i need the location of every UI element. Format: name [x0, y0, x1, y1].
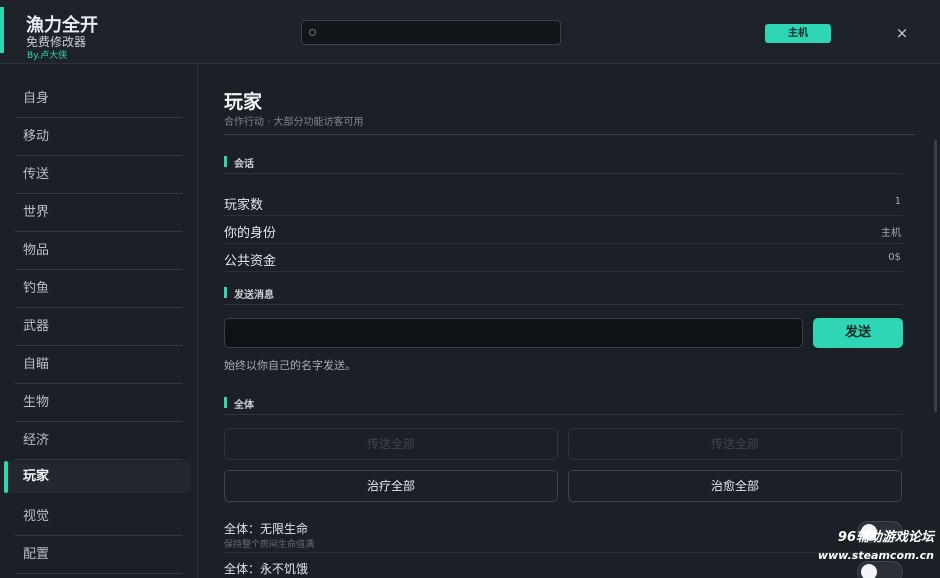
page-title: 玩家	[224, 91, 263, 113]
sidebar-item-creatures[interactable]: 生物	[15, 384, 183, 422]
watermark-line2: www.steamcom.cn	[817, 549, 934, 562]
infinite-health-desc: 保持整个房间生命值满	[224, 540, 315, 550]
sidebar: 自身 移动 传送 世界 物品 钓鱼 武器 自瞄 生物 经济 玩家 视觉 配置	[0, 65, 198, 578]
public-funds-value: 0$	[888, 252, 901, 263]
section-session-header: 会话	[224, 154, 903, 174]
divider	[224, 134, 915, 135]
sidebar-item-fishing[interactable]: 钓鱼	[15, 270, 183, 308]
section-all-label: 全体	[234, 400, 254, 411]
section-message-label: 发送消息	[234, 290, 274, 301]
identity-row: 你的身份 主机	[224, 216, 903, 244]
section-message-header: 发送消息	[224, 285, 903, 305]
close-icon[interactable]: ×	[893, 23, 911, 43]
identity-label: 你的身份	[224, 226, 277, 241]
sidebar-item-movement[interactable]: 移动	[15, 118, 183, 156]
host-role-button[interactable]: 主机	[765, 24, 831, 43]
never-hungry-row: 全体：永不饥饿	[224, 557, 903, 578]
sidebar-item-visuals[interactable]: 视觉	[15, 498, 183, 536]
main-panel: 玩家 合作行动 · 大部分功能访客可用 会话 玩家数 1 你的身份 主机 公共资…	[199, 65, 940, 578]
player-count-value: 1	[894, 196, 901, 207]
sidebar-item-economy[interactable]: 经济	[15, 422, 183, 460]
player-count-row: 玩家数 1	[224, 188, 903, 216]
brand-accent-bar	[0, 7, 4, 53]
sidebar-item-aimbot[interactable]: 自瞄	[15, 346, 183, 384]
sidebar-item-teleport[interactable]: 传送	[15, 156, 183, 194]
forum-watermark: 96辅助游戏论坛 www.steamcom.cn	[815, 524, 940, 572]
sidebar-item-label: 玩家	[23, 469, 50, 484]
infinite-health-row: 全体：无限生命 保持整个房间生命值满	[224, 517, 903, 553]
sidebar-item-world[interactable]: 世界	[15, 194, 183, 232]
sidebar-item-config[interactable]: 配置	[15, 536, 183, 574]
sidebar-item-self[interactable]: 自身	[15, 80, 183, 118]
infinite-health-label: 全体：无限生命	[224, 522, 309, 536]
sidebar-item-items[interactable]: 物品	[15, 232, 183, 270]
cure-all-button[interactable]: 治愈全部	[568, 470, 902, 502]
section-all-header: 全体	[224, 395, 903, 415]
player-count-label: 玩家数	[224, 198, 264, 213]
message-input[interactable]	[224, 318, 803, 348]
section-accent-bar	[224, 156, 227, 167]
search-input[interactable]	[301, 20, 561, 45]
app-author: By.卢大侠	[27, 51, 68, 61]
page-subtitle: 合作行动 · 大部分功能访客可用	[224, 117, 364, 128]
section-accent-bar	[224, 397, 227, 408]
active-indicator	[4, 461, 8, 493]
teleport-all-button: 传送全部	[224, 428, 558, 460]
message-hint: 始终以你自己的名字发送。	[224, 359, 356, 372]
teleport-all-button-2: 传送全部	[568, 428, 902, 460]
sidebar-item-players[interactable]: 玩家	[4, 461, 191, 493]
heal-all-button[interactable]: 治疗全部	[224, 470, 558, 502]
identity-value: 主机	[881, 228, 901, 239]
watermark-line1: 96辅助游戏论坛	[837, 530, 934, 545]
scrollbar[interactable]	[934, 140, 937, 412]
public-funds-row: 公共资金 0$	[224, 244, 903, 272]
section-session-label: 会话	[234, 159, 254, 170]
search-icon	[309, 29, 316, 36]
title-bar: 漁力全开 免费修改器 By.卢大侠 主机 ×	[0, 0, 940, 64]
never-hungry-label: 全体：永不饥饿	[224, 562, 309, 576]
public-funds-label: 公共资金	[224, 254, 277, 269]
sidebar-item-weapons[interactable]: 武器	[15, 308, 183, 346]
section-accent-bar	[224, 287, 227, 298]
send-button[interactable]: 发送	[813, 318, 903, 348]
